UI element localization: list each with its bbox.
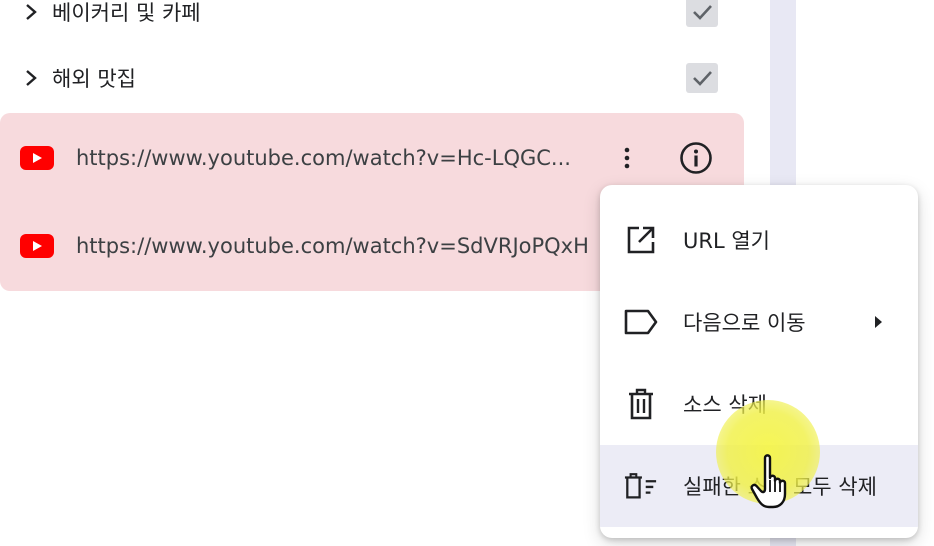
youtube-icon	[20, 146, 54, 170]
menu-item-delete-all-failed[interactable]: 실패한 소스 모두 삭제	[600, 445, 918, 527]
folder-checkbox[interactable]	[686, 0, 718, 27]
chevron-right-icon[interactable]	[22, 3, 40, 21]
menu-label: 다음으로 이동	[683, 311, 806, 335]
menu-label: 실패한 소스 모두 삭제	[683, 475, 877, 499]
source-url: https://www.youtube.com/watch?v=Hc-LQGC.…	[76, 146, 571, 170]
chevron-right-icon[interactable]	[22, 69, 40, 87]
more-vert-icon[interactable]	[612, 140, 642, 176]
delete-sweep-icon	[624, 469, 658, 503]
trash-icon	[624, 387, 658, 421]
folder-label: 베이커리 및 카페	[52, 1, 201, 25]
info-icon[interactable]	[676, 138, 716, 178]
folder-row-overseas[interactable]: 해외 맛집	[0, 50, 760, 106]
menu-label: 소스 삭제	[683, 393, 767, 417]
folder-checkbox[interactable]	[686, 63, 718, 93]
youtube-icon	[20, 234, 54, 258]
source-context-menu: URL 열기 다음으로 이동 소스 삭제 실패한 소스 모두 삭제	[600, 185, 918, 538]
label-tag-icon	[624, 305, 658, 339]
folder-row-bakery[interactable]: 베이커리 및 카페	[0, 0, 760, 40]
menu-item-open-url[interactable]: URL 열기	[600, 199, 918, 281]
menu-label: URL 열기	[683, 229, 770, 253]
arrow-right-icon	[870, 314, 886, 330]
folder-label: 해외 맛집	[52, 67, 136, 91]
open-in-new-icon	[624, 223, 658, 257]
menu-item-delete-source[interactable]: 소스 삭제	[600, 363, 918, 445]
menu-item-move-to[interactable]: 다음으로 이동	[600, 281, 918, 363]
source-url: https://www.youtube.com/watch?v=SdVRJoPQ…	[76, 234, 589, 258]
